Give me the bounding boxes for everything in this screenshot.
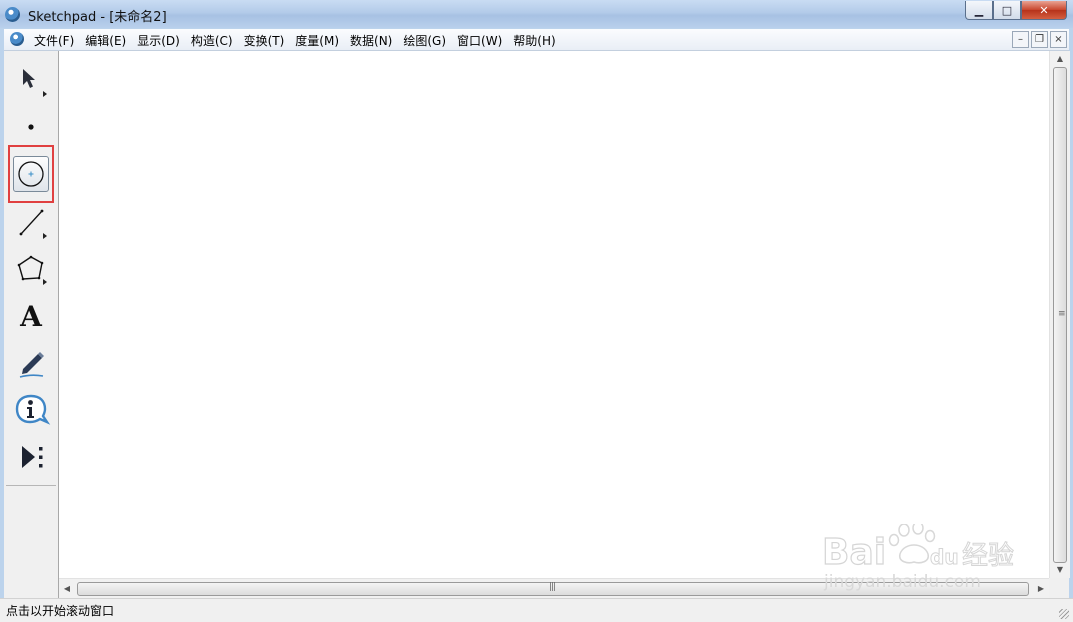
menu-bar: 文件(F) 编辑(E) 显示(D) 构造(C) 变换(T) 度量(M) 数据(N… bbox=[4, 29, 1069, 51]
point-tool-icon bbox=[28, 124, 34, 130]
menu-data[interactable]: 数据(N) bbox=[346, 32, 399, 49]
marker-tool-icon bbox=[19, 352, 44, 378]
straightedge-tool[interactable] bbox=[9, 203, 53, 243]
vertical-grip-icon: ≡ bbox=[1058, 309, 1066, 319]
custom-tool[interactable] bbox=[9, 437, 53, 477]
polygon-tool-icon bbox=[17, 255, 47, 285]
close-button[interactable]: ✕ bbox=[1021, 1, 1067, 20]
information-tool-icon bbox=[15, 394, 51, 425]
menu-edit[interactable]: 编辑(E) bbox=[81, 32, 133, 49]
sketchpad-app-icon[interactable] bbox=[5, 7, 20, 22]
title-bar: Sketchpad - [未命名2] ▁ □ ✕ bbox=[0, 0, 1073, 28]
resize-grip-icon[interactable] bbox=[1059, 609, 1069, 619]
custom-tool-icon bbox=[22, 446, 43, 468]
status-bar: 点击以开始滚动窗口 bbox=[0, 598, 1073, 622]
document-window-controls: – ❐ × bbox=[1012, 31, 1067, 48]
sketch-canvas[interactable] bbox=[59, 51, 1049, 578]
doc-minimize-button[interactable]: – bbox=[1012, 31, 1029, 48]
menu-window[interactable]: 窗口(W) bbox=[453, 32, 509, 49]
menu-measure[interactable]: 度量(M) bbox=[291, 32, 346, 49]
compass-tool-icon bbox=[18, 161, 44, 187]
menu-help[interactable]: 帮助(H) bbox=[509, 32, 562, 49]
straightedge-tool-icon bbox=[19, 209, 47, 239]
marker-tool[interactable] bbox=[9, 343, 53, 383]
menu-transform[interactable]: 变换(T) bbox=[240, 32, 292, 49]
maximize-button[interactable]: □ bbox=[993, 1, 1021, 20]
minimize-icon: ▁ bbox=[974, 3, 984, 17]
horizontal-scrollbar[interactable]: ◀ ||| ▶ bbox=[59, 578, 1049, 599]
compass-tool-button bbox=[13, 156, 49, 192]
polygon-tool[interactable] bbox=[9, 249, 53, 289]
document-icon[interactable] bbox=[10, 32, 24, 46]
scroll-down-arrow-icon[interactable]: ▼ bbox=[1050, 562, 1070, 578]
toolbox: A bbox=[4, 51, 59, 598]
window-title: Sketchpad - [未命名2] bbox=[28, 10, 167, 25]
menu-display[interactable]: 显示(D) bbox=[133, 32, 187, 49]
menu-construct[interactable]: 构造(C) bbox=[187, 32, 240, 49]
scrollbar-corner bbox=[1049, 578, 1069, 598]
information-tool[interactable] bbox=[9, 390, 53, 430]
text-tool-icon: A bbox=[20, 299, 42, 333]
compass-tool[interactable] bbox=[8, 145, 54, 203]
scroll-right-arrow-icon[interactable]: ▶ bbox=[1033, 579, 1049, 599]
minimize-button[interactable]: ▁ bbox=[965, 1, 993, 20]
text-tool[interactable]: A bbox=[9, 296, 53, 336]
horizontal-grip-icon: ||| bbox=[549, 582, 556, 592]
maximize-icon: □ bbox=[1001, 3, 1013, 17]
toolbox-divider bbox=[6, 485, 56, 486]
vertical-scrollbar[interactable]: ▲ ≡ ▼ bbox=[1049, 51, 1070, 578]
vertical-scroll-thumb[interactable]: ≡ bbox=[1053, 67, 1067, 563]
scroll-up-arrow-icon[interactable]: ▲ bbox=[1050, 51, 1070, 67]
doc-close-button[interactable]: × bbox=[1050, 31, 1067, 48]
selection-arrow-tool[interactable] bbox=[9, 59, 53, 99]
window-controls: ▁ □ ✕ bbox=[965, 1, 1067, 20]
doc-restore-button[interactable]: ❐ bbox=[1031, 31, 1048, 48]
document-area: A ▲ ≡ ▼ ◀ ||| ▶ bbox=[4, 51, 1070, 599]
scroll-left-arrow-icon[interactable]: ◀ bbox=[59, 579, 75, 599]
point-tool[interactable] bbox=[9, 106, 53, 146]
menu-file[interactable]: 文件(F) bbox=[30, 32, 81, 49]
status-text: 点击以开始滚动窗口 bbox=[6, 604, 115, 618]
close-icon: ✕ bbox=[1039, 3, 1049, 17]
horizontal-scroll-thumb[interactable]: ||| bbox=[77, 582, 1029, 596]
arrow-tool-icon bbox=[23, 69, 47, 97]
menu-graph[interactable]: 绘图(G) bbox=[399, 32, 453, 49]
